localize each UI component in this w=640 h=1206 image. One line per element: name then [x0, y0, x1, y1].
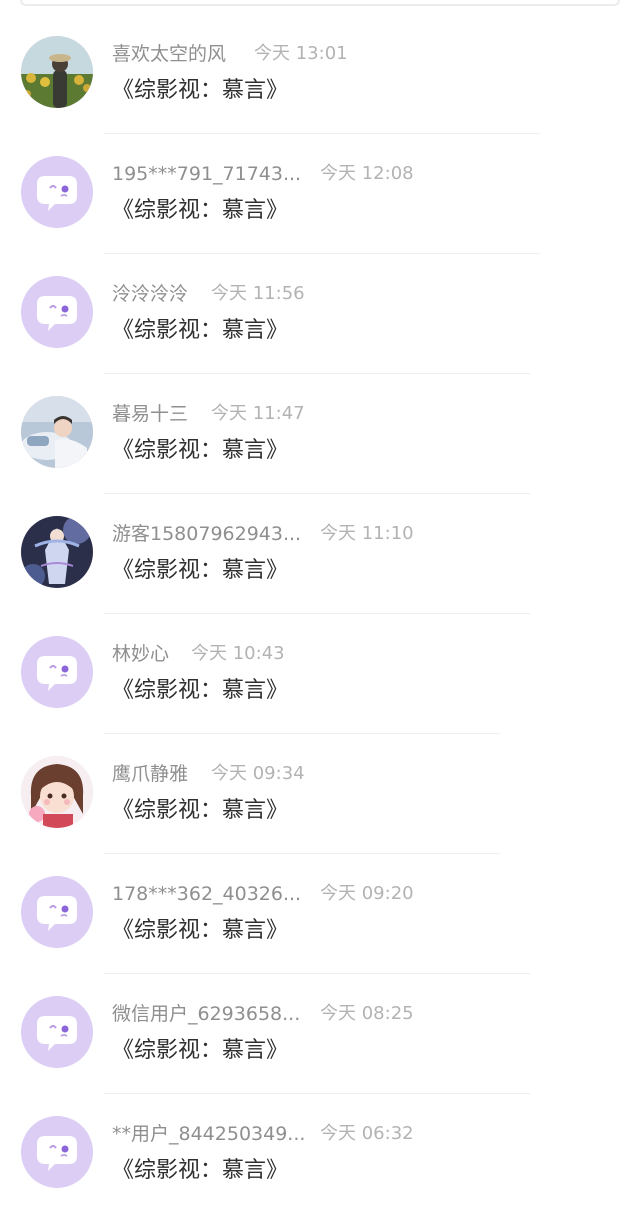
sender-name: 微信用户_6293658... — [112, 1003, 301, 1025]
message-text: 《综影视：慕言》 — [112, 798, 289, 823]
message-text: 《综影视：慕言》 — [112, 558, 289, 583]
message-row[interactable]: 泠泠泠泠 今天 11:56 《综影视：慕言》 — [0, 246, 640, 374]
message-row[interactable]: 178***362_40326... 今天 09:20 《综影视：慕言》 — [0, 846, 640, 974]
message-text: 《综影视：慕言》 — [112, 1038, 289, 1063]
message-time: 今天 09:34 — [211, 763, 305, 784]
sender-name: 林妙心 — [112, 643, 170, 665]
sender-name: **用户_844250349... — [112, 1123, 306, 1145]
sunflower-photo-avatar-icon[interactable] — [21, 36, 93, 108]
anime-character-avatar-icon[interactable] — [21, 516, 93, 588]
message-time: 今天 11:10 — [320, 523, 414, 544]
message-text: 《综影视：慕言》 — [112, 198, 289, 223]
sender-name: 鹰爪静雅 — [112, 763, 189, 785]
message-row[interactable]: 微信用户_6293658... 今天 08:25 《综影视：慕言》 — [0, 966, 640, 1094]
message-text: 《综影视：慕言》 — [112, 318, 289, 343]
message-row[interactable]: 鹰爪静雅 今天 09:34 《综影视：慕言》 — [0, 726, 640, 854]
message-time: 今天 12:08 — [320, 163, 414, 184]
sender-name: 178***362_40326... — [112, 883, 302, 905]
message-time: 今天 11:56 — [211, 283, 305, 304]
sender-name: 195***791_71743... — [112, 163, 302, 185]
message-time: 今天 10:43 — [191, 643, 285, 664]
message-row[interactable]: 暮易十三 今天 11:47 《综影视：慕言》 — [0, 366, 640, 494]
message-text: 《综影视：慕言》 — [112, 1158, 289, 1183]
cartoon-girl-avatar-icon[interactable] — [21, 756, 93, 828]
default-chat-bubble-avatar-icon[interactable] — [21, 1116, 93, 1188]
message-time: 今天 08:25 — [320, 1003, 414, 1024]
message-time: 今天 13:01 — [254, 43, 348, 64]
default-chat-bubble-avatar-icon[interactable] — [21, 276, 93, 348]
message-text: 《综影视：慕言》 — [112, 78, 289, 103]
message-row[interactable]: **用户_844250349... 今天 06:32 《综影视：慕言》 — [0, 1086, 640, 1206]
message-text: 《综影视：慕言》 — [112, 678, 289, 703]
sender-name: 游客15807962943... — [112, 523, 302, 545]
message-row[interactable]: 游客15807962943... 今天 11:10 《综影视：慕言》 — [0, 486, 640, 614]
sleeping-person-photo-avatar-icon[interactable] — [21, 396, 93, 468]
message-text: 《综影视：慕言》 — [112, 918, 289, 943]
default-chat-bubble-avatar-icon[interactable] — [21, 876, 93, 948]
default-chat-bubble-avatar-icon[interactable] — [21, 996, 93, 1068]
message-row[interactable]: 林妙心 今天 10:43 《综影视：慕言》 — [0, 606, 640, 734]
message-row[interactable]: 喜欢太空的风 今天 13:01 《综影视：慕言》 — [0, 6, 640, 134]
message-text: 《综影视：慕言》 — [112, 438, 289, 463]
message-row[interactable]: 195***791_71743... 今天 12:08 《综影视：慕言》 — [0, 126, 640, 254]
default-chat-bubble-avatar-icon[interactable] — [21, 156, 93, 228]
sender-name: 喜欢太空的风 — [112, 43, 227, 65]
message-time: 今天 11:47 — [211, 403, 305, 424]
message-time: 今天 09:20 — [320, 883, 414, 904]
default-chat-bubble-avatar-icon[interactable] — [21, 636, 93, 708]
sender-name: 泠泠泠泠 — [112, 283, 189, 305]
message-time: 今天 06:32 — [320, 1123, 414, 1144]
sender-name: 暮易十三 — [112, 403, 189, 425]
